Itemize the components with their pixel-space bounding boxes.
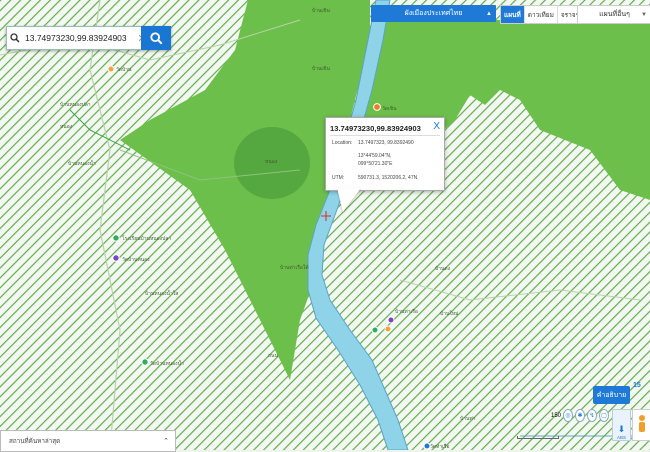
popup-title: 13.74973230,99.83924903 <box>330 124 421 133</box>
scale-value: 150 <box>551 412 562 419</box>
place-label: วัดบ้านหนอง <box>122 256 150 263</box>
place-label: บ้านใหม่ <box>440 310 458 317</box>
search-box: ✕ <box>6 26 171 50</box>
pegman-icon[interactable] <box>632 409 650 441</box>
chevron-up-icon: ▲ <box>486 10 492 17</box>
place-label: บ้านเขิน <box>312 65 331 72</box>
recent-search-label: สถานที่ค้นหาล่าสุด <box>9 438 61 445</box>
map-type-satellite[interactable]: ดาวเทียม <box>525 6 558 23</box>
other-maps-label: แผนที่อื่นๆ <box>599 11 630 18</box>
place-label: วัดท่าเรือ <box>430 443 450 450</box>
poi-marker-icon[interactable] <box>107 65 115 73</box>
place-label: วัดเขิน <box>382 105 397 112</box>
popup-pointer <box>337 188 361 212</box>
poi-marker-icon[interactable] <box>423 442 431 450</box>
place-label: บ้านท่า <box>460 415 476 422</box>
poi-marker-icon[interactable] <box>384 325 392 333</box>
location-label: Location: <box>332 140 353 146</box>
search-button[interactable] <box>141 26 171 50</box>
route-icon[interactable]: ↯ <box>587 409 598 422</box>
place-label: หนอง <box>265 159 278 165</box>
street-view-button[interactable]: ⬇ ABS <box>612 409 631 441</box>
coordinate-popup: 13.74973230,99.83924903 X Location: 13.7… <box>325 117 445 191</box>
settings-icon[interactable]: ✱ <box>575 409 586 422</box>
poi-marker-icon[interactable] <box>387 316 395 324</box>
location-value: 13.7497323, 99.8392490 <box>358 140 414 146</box>
layer-dropdown[interactable]: ผังเมืองประเทศไทย ▲ <box>371 5 496 22</box>
place-label: บ้านท่าเรือ <box>395 308 418 315</box>
map-tools: 150 ◎ ✱ ↯ ▢ <box>551 409 610 422</box>
poi-marker-icon[interactable] <box>112 234 120 242</box>
other-maps-dropdown[interactable]: แผนที่อื่นๆ ▼ <box>577 5 650 24</box>
poi-marker-icon[interactable] <box>371 326 379 334</box>
search-icon <box>7 27 23 49</box>
dms-longitude: 099°50'21.30"E <box>358 161 393 167</box>
recent-search-panel[interactable]: สถานที่ค้นหาล่าสุด ⌃ <box>0 430 176 452</box>
map-type-map[interactable]: แผนที่ <box>501 6 525 23</box>
utm-value: 590731.3, 1520206.2, 47N <box>358 175 418 181</box>
street-view-label: ABS <box>616 435 626 440</box>
poi-marker-icon[interactable] <box>112 254 120 262</box>
search-icon <box>149 31 162 44</box>
place-label: ถนน <box>268 353 278 359</box>
measure-icon[interactable]: ◎ <box>563 409 574 422</box>
place-label: โรงเรียนบ้านหนองปลา <box>122 235 171 242</box>
place-label: บ้านเขิน <box>312 7 331 14</box>
place-label: หนอง <box>60 124 73 130</box>
print-icon[interactable]: ▢ <box>599 409 610 422</box>
dms-latitude: 13°44'59.04"N, <box>358 153 392 159</box>
place-label: บ้านท่าเรือใต้ <box>280 264 309 271</box>
chevron-down-icon: ▼ <box>641 11 647 18</box>
legend-button-label: คำอธิบาย <box>596 391 627 399</box>
location-pin-icon: ⬇ <box>617 424 626 434</box>
zoom-level-indicator[interactable]: 15 <box>633 382 641 389</box>
place-label: วัดบ้าน <box>116 66 132 73</box>
divider <box>330 135 440 136</box>
legend-button[interactable]: คำอธิบาย <box>593 386 630 404</box>
map-canvas[interactable]: บ้านเขิน บ้านเขิน วัดเขิน หนอง บ้านท่าเร… <box>0 0 650 450</box>
layer-dropdown-label: ผังเมืองประเทศไทย <box>404 10 463 17</box>
place-label: บ้านหนองปลา <box>60 101 91 108</box>
chevron-up-icon[interactable]: ⌃ <box>163 437 175 445</box>
place-label: บ้านดง <box>435 265 451 272</box>
poi-marker-icon[interactable] <box>141 358 149 366</box>
search-input[interactable] <box>23 33 135 43</box>
scale-bar <box>517 436 559 439</box>
utm-label: UTM: <box>332 175 345 181</box>
poi-marker-icon[interactable] <box>373 103 381 111</box>
close-icon[interactable]: X <box>433 121 440 132</box>
